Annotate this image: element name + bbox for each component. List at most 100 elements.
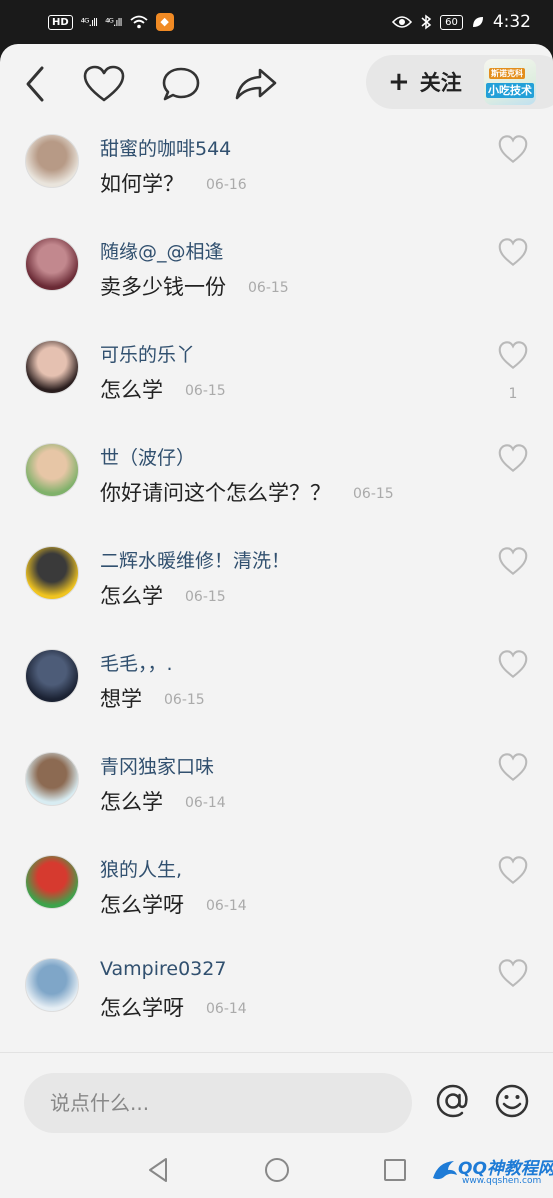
nav-recents-icon[interactable] xyxy=(380,1155,410,1185)
comment-like-icon[interactable] xyxy=(497,237,529,267)
comment-text: 如何学？ 06-16 xyxy=(100,168,247,198)
commenter-name[interactable]: 毛毛，，. xyxy=(100,649,173,676)
commenter-avatar[interactable] xyxy=(25,134,79,188)
comment-list[interactable]: 甜蜜的咖啡544 如何学？ 06-16 随缘@_@相逢 卖多少钱一份 06-15 可乐的乐丫… xyxy=(0,122,553,1052)
commenter-name[interactable]: 甜蜜的咖啡544 xyxy=(100,134,231,161)
status-bar: HD ⁴ᴳ.ıll ⁴ᴳ.ıll ◆ 60 4:32 xyxy=(0,0,553,44)
follow-button[interactable]: + 关注 斯诺克科 小吃技术 xyxy=(366,55,553,109)
battery-icon: 60 xyxy=(440,14,463,30)
comment-body: 怎么学 xyxy=(100,584,163,608)
emoji-button[interactable] xyxy=(492,1081,532,1121)
commenter-name[interactable]: 世（波仔） xyxy=(100,443,195,470)
comment-date: 06-15 xyxy=(353,486,394,502)
dolphin-logo-icon xyxy=(433,1161,457,1180)
commenter-avatar[interactable] xyxy=(25,752,79,806)
commenter-name[interactable]: 狼的人生, xyxy=(100,855,182,882)
commenter-avatar[interactable] xyxy=(25,649,79,703)
comment-like-icon[interactable] xyxy=(497,340,529,370)
comment-text: 怎么学呀 06-14 xyxy=(100,889,247,919)
system-nav-bar: QQ神教程网 www.qqshen.com xyxy=(0,1142,553,1198)
comment-button[interactable] xyxy=(157,60,205,108)
share-button[interactable] xyxy=(232,60,280,108)
plus-icon: + xyxy=(388,67,410,97)
clock: 4:32 xyxy=(492,12,531,32)
comment-text: 你好请问这个怎么学？？ 06-15 xyxy=(100,477,394,507)
commenter-avatar[interactable] xyxy=(25,855,79,909)
bluetooth-icon xyxy=(421,14,432,30)
commenter-avatar[interactable] xyxy=(25,340,79,394)
comment-item[interactable]: 二辉水暖维修！清洗！ 怎么学 06-15 xyxy=(0,534,553,637)
comment-item[interactable]: 随缘@_@相逢 卖多少钱一份 06-15 xyxy=(0,225,553,328)
comment-item[interactable]: 世（波仔） 你好请问这个怎么学？？ 06-15 xyxy=(0,431,553,534)
commenter-avatar[interactable] xyxy=(25,443,79,497)
author-avatar[interactable]: 斯诺克科 小吃技术 xyxy=(484,59,536,105)
comment-item[interactable]: Vampire0327 怎么学呀 06-14 xyxy=(0,946,553,1049)
comment-date: 06-15 xyxy=(185,383,226,399)
commenter-name[interactable]: Vampire0327 xyxy=(100,958,226,980)
comment-input[interactable]: 说点什么... xyxy=(24,1073,412,1133)
smiley-icon xyxy=(495,1084,529,1118)
comment-date: 06-15 xyxy=(185,589,226,605)
watermark: QQ神教程网 www.qqshen.com xyxy=(430,1152,553,1192)
at-sign-icon xyxy=(436,1084,468,1118)
comment-panel: + 关注 斯诺克科 小吃技术 甜蜜的咖啡544 如何学？ 06-16 随缘@_@相逢卖… xyxy=(0,44,553,1198)
commenter-name[interactable]: 可乐的乐丫 xyxy=(100,340,195,367)
comment-like-icon[interactable] xyxy=(497,443,529,473)
top-action-bar: + 关注 斯诺克科 小吃技术 xyxy=(0,44,553,122)
comment-item[interactable]: 甜蜜的咖啡544 如何学？ 06-16 xyxy=(0,122,553,225)
comment-input-bar: 说点什么... xyxy=(0,1052,553,1142)
comment-body: 怎么学 xyxy=(100,378,163,402)
comment-body: 卖多少钱一份 xyxy=(100,275,226,299)
comment-item[interactable]: 可乐的乐丫怎么学 06-15 1 xyxy=(0,328,553,431)
comment-like-icon[interactable] xyxy=(497,134,529,164)
commenter-name[interactable]: 随缘@_@相逢 xyxy=(100,237,224,264)
comment-like-icon[interactable] xyxy=(497,546,529,576)
comment-text: 怎么学 06-14 xyxy=(100,786,226,816)
comment-like-icon[interactable] xyxy=(497,958,529,988)
watermark-url: www.qqshen.com xyxy=(462,1176,542,1186)
author-avatar-text-top: 斯诺克科 xyxy=(489,68,525,79)
author-avatar-text-bottom: 小吃技术 xyxy=(486,83,534,98)
app-notification-icon: ◆ xyxy=(155,13,174,31)
comment-date: 06-14 xyxy=(185,795,226,811)
comment-body: 想学 xyxy=(100,687,142,711)
comment-like-icon[interactable] xyxy=(497,855,529,885)
comment-body: 怎么学呀 xyxy=(100,893,184,917)
chevron-left-icon xyxy=(26,66,44,102)
comment-text: 怎么学 06-15 xyxy=(100,374,226,404)
signal-1-icon: ⁴ᴳ.ıll xyxy=(80,15,98,29)
comment-body: 你好请问这个怎么学？？ xyxy=(100,481,331,505)
status-left: HD ⁴ᴳ.ıll ⁴ᴳ.ıll ◆ xyxy=(48,13,174,31)
comment-item[interactable]: 青冈独家口味 怎么学 06-14 xyxy=(0,740,553,843)
comment-item[interactable]: 毛毛，，. 想学 06-15 xyxy=(0,637,553,740)
comment-like-icon[interactable] xyxy=(497,752,529,782)
back-button[interactable] xyxy=(12,60,60,108)
commenter-avatar[interactable] xyxy=(25,958,79,1012)
comment-body: 怎么学呀 xyxy=(100,996,184,1020)
comment-date: 06-14 xyxy=(206,898,247,914)
like-button[interactable] xyxy=(80,60,128,108)
share-arrow-icon xyxy=(235,68,277,100)
follow-label: 关注 xyxy=(419,71,462,95)
comment-text: 卖多少钱一份 06-15 xyxy=(100,271,289,301)
comment-like-icon[interactable] xyxy=(497,649,529,679)
commenter-name[interactable]: 二辉水暖维修！清洗！ xyxy=(100,546,290,573)
nav-back-icon[interactable] xyxy=(144,1155,174,1185)
comment-date: 06-15 xyxy=(248,280,289,296)
commenter-avatar[interactable] xyxy=(25,237,79,291)
status-right: 60 4:32 xyxy=(392,12,531,32)
nav-home-icon[interactable] xyxy=(262,1155,292,1185)
comment-body: 如何学？ xyxy=(100,172,184,196)
signal-2-icon: ⁴ᴳ.ıll xyxy=(105,15,122,29)
leaf-icon xyxy=(472,17,483,27)
mention-button[interactable] xyxy=(433,1081,473,1121)
comment-text: 怎么学 06-15 xyxy=(100,580,226,610)
comment-text: 想学 06-15 xyxy=(100,683,205,713)
like-count: 1 xyxy=(508,386,518,402)
commenter-avatar[interactable] xyxy=(25,546,79,600)
comment-item[interactable]: 狼的人生, 怎么学呀 06-14 xyxy=(0,843,553,946)
comment-date: 06-16 xyxy=(206,177,247,193)
speech-bubble-icon xyxy=(162,67,200,101)
commenter-name[interactable]: 青冈独家口味 xyxy=(100,752,214,779)
comment-body: 怎么学 xyxy=(100,790,163,814)
